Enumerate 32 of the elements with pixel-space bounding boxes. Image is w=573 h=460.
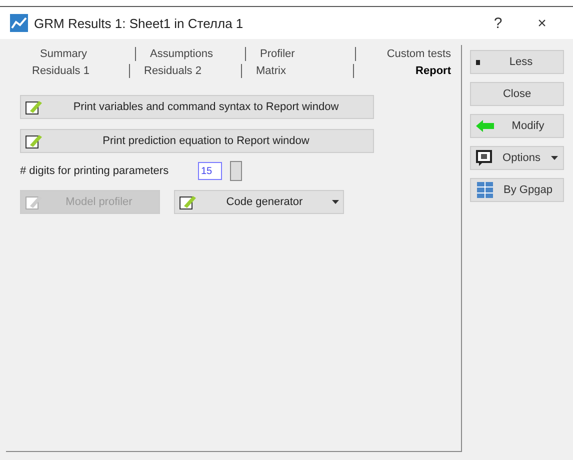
side-button[interactable]: Modify [470,114,564,138]
tab[interactable]: Residuals 1 [32,64,115,76]
side-button[interactable]: By Gpgap [470,178,564,202]
print-button[interactable]: Print variables and command syntax to Report window [20,95,374,119]
side-button[interactable]: Options [470,146,564,170]
digits-label: # digits for printing parameters [20,165,170,177]
caret-icon [332,200,339,204]
tab[interactable]: Report [368,64,451,76]
spin-buttons[interactable] [230,161,242,181]
side-button[interactable]: Close [470,82,564,106]
close-button[interactable]: × [523,14,561,32]
grid-icon [476,181,494,199]
dropdown-button[interactable]: Code generator [174,190,344,214]
tab[interactable]: Profiler [260,48,341,60]
caret-icon [551,156,558,160]
help-button[interactable]: ? [479,14,517,32]
app-icon [10,14,28,32]
tab[interactable]: Custom tests [370,48,451,60]
tab[interactable]: Matrix [256,64,339,76]
bullet-icon [476,60,480,64]
arrow-icon [476,120,494,132]
edit-icon [25,99,43,115]
tab[interactable]: Summary [40,48,121,60]
edit-icon [179,194,197,210]
tab[interactable]: Assumptions [150,48,231,60]
edit-icon [25,133,43,149]
tab[interactable]: Residuals 2 [144,64,227,76]
digits-field[interactable]: 15 [198,162,222,180]
side-button[interactable]: Less [470,50,564,74]
chat-icon [476,150,492,166]
window-title: GRM Results 1: Sheet1 in Стелла 1 [34,16,244,30]
print-button[interactable]: Print prediction equation to Report window [20,129,374,153]
